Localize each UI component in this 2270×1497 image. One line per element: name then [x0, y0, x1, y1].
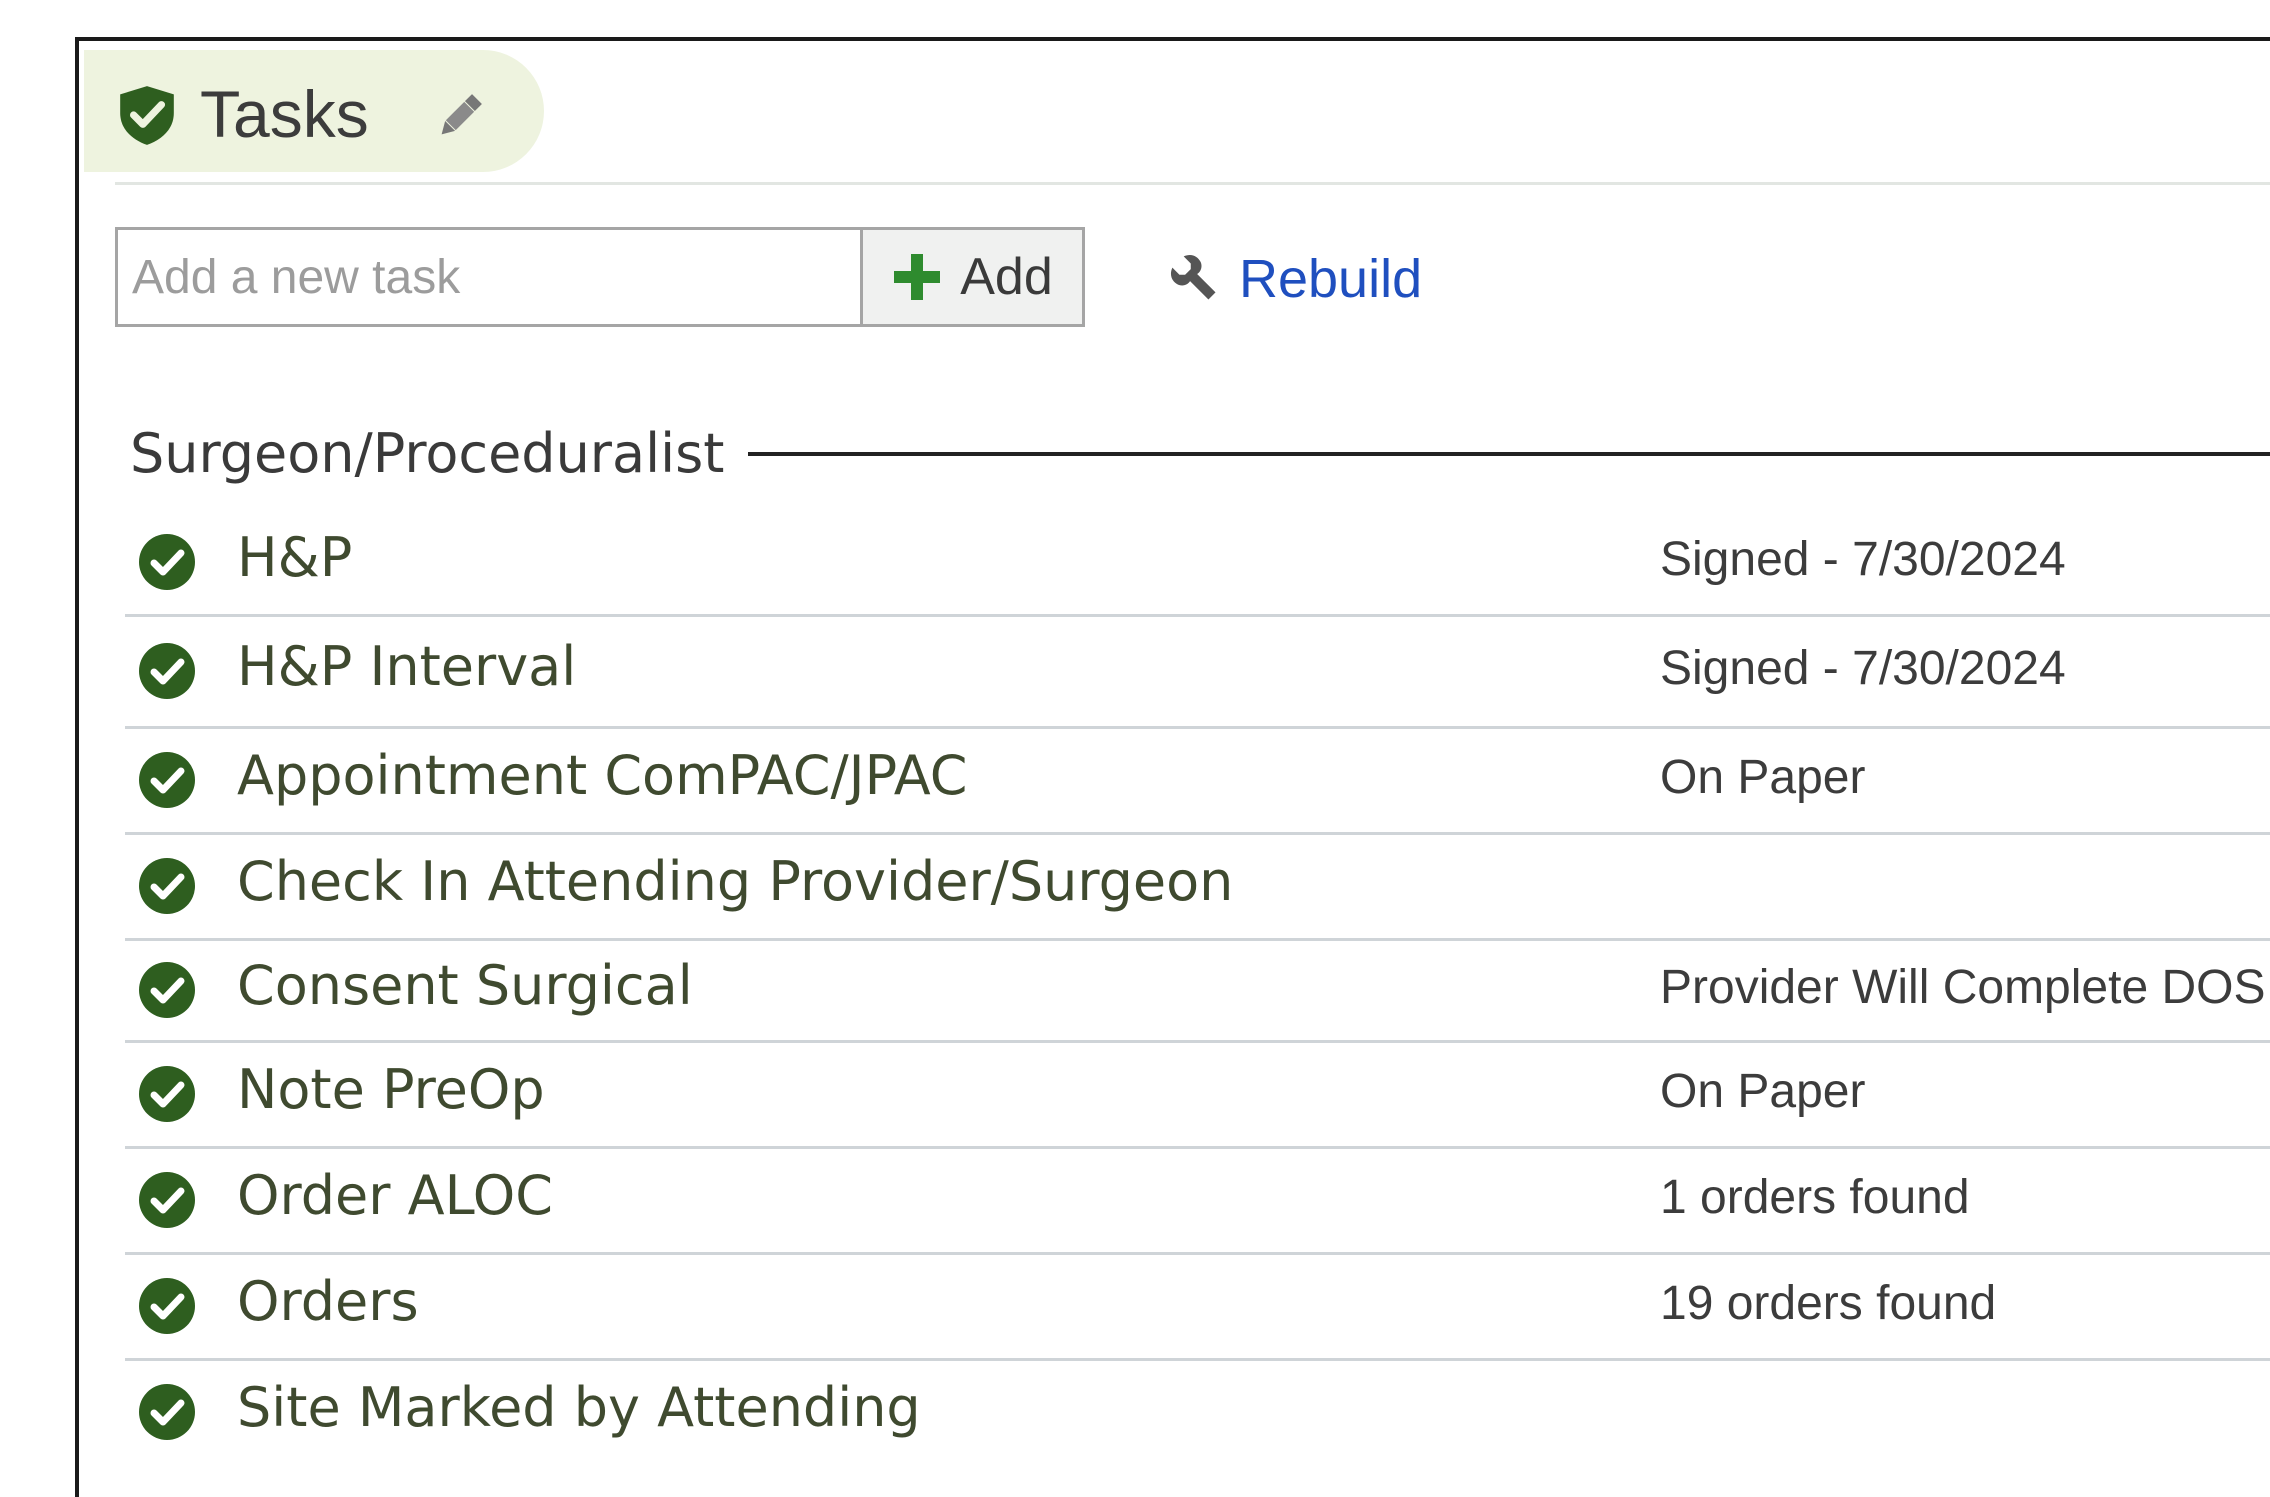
check-circle-icon: [139, 962, 195, 1018]
task-row[interactable]: Orders 19 orders found: [125, 1255, 2270, 1361]
page-title: Tasks: [200, 77, 369, 151]
header-divider: [115, 182, 2270, 185]
task-row[interactable]: Check In Attending Provider/Surgeon: [125, 835, 2270, 941]
check-circle-icon: [139, 1384, 195, 1440]
tasks-header: Tasks: [84, 50, 544, 172]
task-row[interactable]: Consent Surgical Provider Will Complete D…: [125, 941, 2270, 1043]
wrench-icon: [1170, 254, 1216, 300]
task-row[interactable]: H&P Signed - 7/30/2024: [125, 511, 2270, 617]
task-status: On Paper: [1660, 1065, 1866, 1118]
task-name[interactable]: Appointment ComPAC/JPAC: [237, 744, 967, 808]
task-row[interactable]: Appointment ComPAC/JPAC On Paper: [125, 729, 2270, 835]
rebuild-link[interactable]: Rebuild: [1169, 247, 1422, 311]
task-name[interactable]: Check In Attending Provider/Surgeon: [237, 850, 1233, 914]
task-row[interactable]: H&P Interval Signed - 7/30/2024: [125, 617, 2270, 729]
task-list: H&P Signed - 7/30/2024 H&P Interval Signed …: [125, 511, 2270, 1467]
task-status: 19 orders found: [1660, 1277, 1997, 1330]
task-status: Signed - 7/30/2024: [1660, 533, 2066, 586]
add-task-button[interactable]: Add: [860, 227, 1085, 327]
add-button-label: Add: [960, 248, 1053, 306]
task-name[interactable]: Consent Surgical: [237, 954, 693, 1018]
shield-check-icon: [120, 86, 174, 145]
task-name[interactable]: H&P: [237, 526, 352, 590]
pencil-icon[interactable]: [434, 90, 486, 142]
check-circle-icon: [139, 752, 195, 808]
plus-icon: [894, 254, 941, 300]
section-header: Surgeon/Proceduralist: [130, 419, 2270, 489]
add-task-input[interactable]: [115, 227, 860, 327]
task-name[interactable]: H&P Interval: [237, 635, 576, 699]
check-circle-icon: [139, 643, 195, 699]
check-circle-icon: [139, 534, 195, 590]
check-circle-icon: [139, 1172, 195, 1228]
check-circle-icon: [139, 858, 195, 914]
task-status: Signed - 7/30/2024: [1660, 642, 2066, 695]
task-status: On Paper: [1660, 751, 1866, 804]
section-title: Surgeon/Proceduralist: [130, 422, 725, 485]
rebuild-label: Rebuild: [1239, 249, 1423, 309]
task-row[interactable]: Site Marked by Attending: [125, 1361, 2270, 1467]
section-divider: [748, 452, 2270, 456]
task-name[interactable]: Site Marked by Attending: [237, 1376, 921, 1440]
check-circle-icon: [139, 1066, 195, 1122]
add-task-row: Add: [115, 227, 1085, 327]
tasks-panel: Tasks Add Rebuild Surgeon/Proc: [75, 37, 2270, 1497]
task-status: Provider Will Complete DOS: [1660, 961, 2266, 1014]
task-name[interactable]: Note PreOp: [237, 1058, 545, 1122]
task-name[interactable]: Order ALOC: [237, 1164, 553, 1228]
task-row[interactable]: Note PreOp On Paper: [125, 1043, 2270, 1149]
task-row[interactable]: Order ALOC 1 orders found: [125, 1149, 2270, 1255]
task-status: 1 orders found: [1660, 1171, 1970, 1224]
task-name[interactable]: Orders: [237, 1270, 419, 1334]
check-circle-icon: [139, 1278, 195, 1334]
